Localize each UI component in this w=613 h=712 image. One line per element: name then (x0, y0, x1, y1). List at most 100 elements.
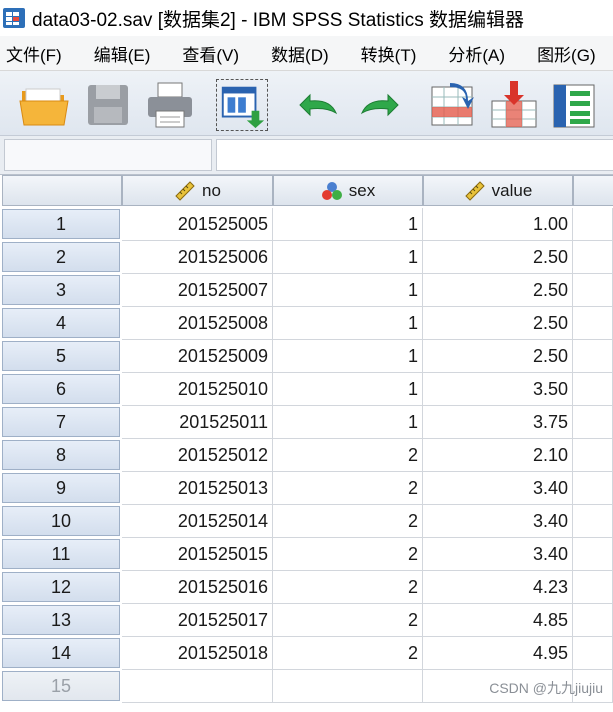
cell-empty[interactable] (573, 208, 613, 241)
column-header-no[interactable]: no (122, 175, 273, 206)
cell-sex[interactable]: 2 (273, 637, 423, 670)
row-number[interactable]: 6 (2, 374, 120, 404)
menu-file[interactable]: 文件(F) (6, 41, 62, 66)
dialog-recall-icon[interactable] (216, 79, 268, 131)
cell-no[interactable]: 201525008 (122, 307, 273, 340)
variables-icon[interactable] (548, 79, 600, 131)
cell-value[interactable]: 2.50 (423, 307, 573, 340)
menu-graphs[interactable]: 图形(G) (537, 41, 596, 66)
cell-value[interactable]: 2.50 (423, 274, 573, 307)
menu-view[interactable]: 查看(V) (182, 41, 239, 66)
cell-empty[interactable] (573, 604, 613, 637)
cell-no[interactable]: 201525016 (122, 571, 273, 604)
goto-case-icon[interactable] (428, 79, 480, 131)
cell-value[interactable]: 2.10 (423, 439, 573, 472)
cell-no[interactable]: 201525015 (122, 538, 273, 571)
row-number[interactable]: 9 (2, 473, 120, 503)
cell-value[interactable]: 3.75 (423, 406, 573, 439)
cell-sex[interactable]: 1 (273, 208, 423, 241)
cell-empty[interactable] (573, 340, 613, 373)
cell-sex[interactable]: 1 (273, 307, 423, 340)
column-header-sex[interactable]: sex (273, 175, 423, 206)
cell-value[interactable]: 4.85 (423, 604, 573, 637)
save-icon[interactable] (82, 79, 134, 131)
row-number[interactable]: 4 (2, 308, 120, 338)
row-number[interactable]: 7 (2, 407, 120, 437)
cell-sex[interactable]: 1 (273, 241, 423, 274)
cell-empty[interactable] (573, 274, 613, 307)
cell-no[interactable]: 201525011 (122, 406, 273, 439)
cell-sex[interactable]: 2 (273, 538, 423, 571)
row-number[interactable]: 15 (2, 671, 120, 701)
row-number[interactable]: 2 (2, 242, 120, 272)
column-header-next[interactable] (573, 175, 613, 206)
cell-no[interactable]: 201525018 (122, 637, 273, 670)
cell-empty[interactable] (573, 472, 613, 505)
cell-empty[interactable] (573, 637, 613, 670)
print-icon[interactable] (144, 79, 196, 131)
cell-sex[interactable]: 2 (273, 604, 423, 637)
cell-no[interactable] (122, 670, 273, 703)
open-folder-icon[interactable] (18, 79, 70, 131)
cell-value-input[interactable] (216, 139, 613, 171)
cell-no[interactable]: 201525007 (122, 274, 273, 307)
row-number[interactable]: 5 (2, 341, 120, 371)
cell-no[interactable]: 201525013 (122, 472, 273, 505)
row-number[interactable]: 12 (2, 572, 120, 602)
row-number[interactable]: 11 (2, 539, 120, 569)
cell-no[interactable]: 201525005 (122, 208, 273, 241)
cell-value[interactable]: 3.40 (423, 505, 573, 538)
row-number[interactable]: 3 (2, 275, 120, 305)
menu-data[interactable]: 数据(D) (271, 41, 329, 66)
cell-value[interactable]: 2.50 (423, 340, 573, 373)
goto-variable-icon[interactable] (488, 79, 540, 131)
cell-value[interactable]: 3.40 (423, 538, 573, 571)
cell-value[interactable]: 4.95 (423, 637, 573, 670)
cell-sex[interactable]: 2 (273, 505, 423, 538)
cell-no[interactable]: 201525006 (122, 241, 273, 274)
row-number[interactable]: 10 (2, 506, 120, 536)
cell-empty[interactable] (573, 406, 613, 439)
cell-value[interactable]: 3.50 (423, 373, 573, 406)
cell-empty[interactable] (573, 505, 613, 538)
cell-sex[interactable] (273, 670, 423, 703)
cell-sex[interactable]: 1 (273, 274, 423, 307)
row-number[interactable]: 13 (2, 605, 120, 635)
cell-empty[interactable] (573, 241, 613, 274)
cell-value[interactable]: 3.40 (423, 472, 573, 505)
menu-edit[interactable]: 编辑(E) (94, 41, 151, 66)
cell-value[interactable]: 2.50 (423, 241, 573, 274)
row-number[interactable]: 8 (2, 440, 120, 470)
cell-empty[interactable] (573, 373, 613, 406)
cell-sex[interactable]: 2 (273, 472, 423, 505)
cell-sex[interactable]: 1 (273, 406, 423, 439)
cell-no[interactable]: 201525014 (122, 505, 273, 538)
column-header-value[interactable]: value (423, 175, 573, 206)
cell-no[interactable]: 201525017 (122, 604, 273, 637)
cell-reference-box[interactable] (4, 139, 212, 171)
cell-no[interactable]: 201525012 (122, 439, 273, 472)
cell-no[interactable]: 201525010 (122, 373, 273, 406)
cell-value[interactable]: 4.23 (423, 571, 573, 604)
cell-empty[interactable] (573, 307, 613, 340)
redo-icon[interactable] (354, 79, 406, 131)
cell-empty[interactable] (573, 571, 613, 604)
cell-sex[interactable]: 1 (273, 373, 423, 406)
cell-no[interactable]: 201525009 (122, 340, 273, 373)
scale-ruler-icon (464, 180, 485, 201)
row-number[interactable]: 14 (2, 638, 120, 668)
cell-sex[interactable]: 1 (273, 340, 423, 373)
table-row: 8 201525012 2 2.10 (0, 439, 613, 472)
menu-analyze[interactable]: 分析(A) (448, 41, 505, 66)
corner-cell[interactable] (2, 175, 122, 206)
menu-transform[interactable]: 转换(T) (361, 41, 417, 66)
cell-empty[interactable] (573, 439, 613, 472)
toolbar-separator (204, 79, 212, 129)
table-row: 7 201525011 1 3.75 (0, 406, 613, 439)
cell-sex[interactable]: 2 (273, 571, 423, 604)
cell-empty[interactable] (573, 538, 613, 571)
cell-sex[interactable]: 2 (273, 439, 423, 472)
row-number[interactable]: 1 (2, 209, 120, 239)
undo-icon[interactable] (292, 79, 344, 131)
cell-value[interactable]: 1.00 (423, 208, 573, 241)
